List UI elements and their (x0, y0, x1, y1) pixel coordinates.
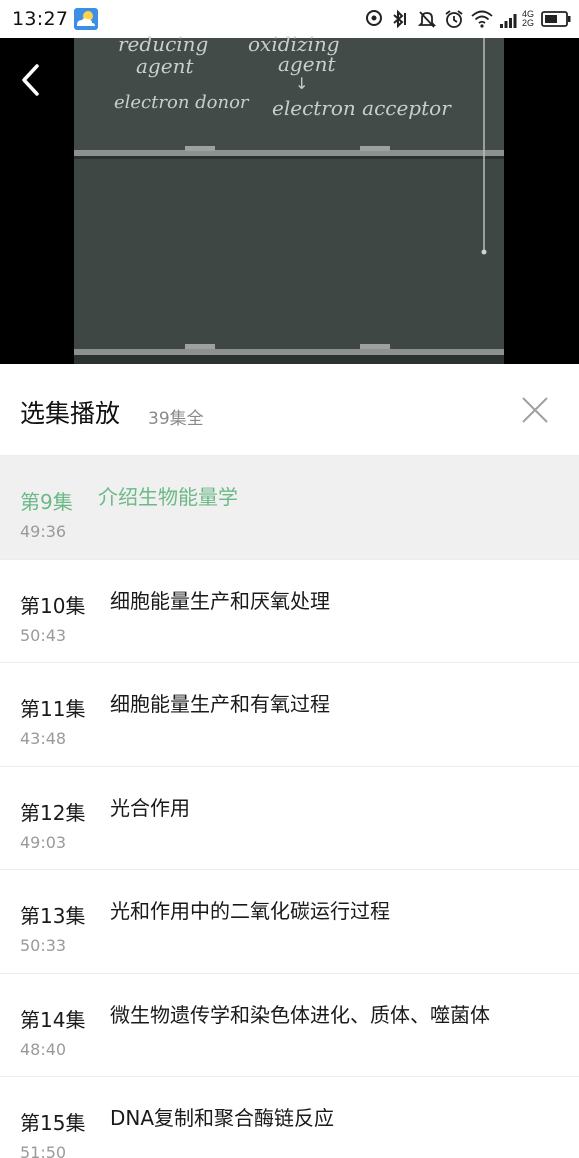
wifi-icon (471, 10, 493, 28)
mute-icon (417, 11, 437, 28)
episode-panel-header: 选集播放 39集全 (0, 364, 579, 456)
episode-title: 细胞能量生产和厌氧处理 (110, 588, 330, 613)
episode-item-11[interactable]: 第11集 细胞能量生产和有氧过程 43:48 (0, 663, 579, 767)
episode-title: 细胞能量生产和有氧过程 (110, 692, 330, 716)
episode-number: 第12集 (20, 800, 86, 825)
close-button[interactable] (516, 388, 554, 432)
episode-item-13[interactable]: 第13集 光和作用中的二氧化碳运行过程 50:33 (0, 870, 579, 974)
chalk-text-agent-1: agent (136, 54, 194, 78)
episode-list: 第9集 介绍生物能量学 49:36 第10集 细胞能量生产和厌氧处理 50:43… (0, 456, 579, 1158)
episode-number: 第9集 (20, 490, 73, 514)
chalk-text-agent-2: agent (278, 52, 336, 76)
episode-count: 39集全 (148, 409, 204, 429)
episode-item-10[interactable]: 第10集 细胞能量生产和厌氧处理 50:43 (0, 559, 579, 663)
chevron-left-icon (22, 64, 39, 96)
status-icons: 4G 2G (365, 9, 571, 29)
location-icon (365, 10, 382, 26)
episode-item-15[interactable]: 第15集 DNA复制和聚合酶链反应 51:50 (0, 1077, 579, 1158)
episode-title: 介绍生物能量学 (98, 485, 238, 509)
episode-item-12[interactable]: 第12集 光合作用 49:03 (0, 766, 579, 870)
alarm-icon (445, 10, 463, 28)
status-time: 13:27 (12, 8, 69, 30)
chalk-text-reducing: reducing (118, 32, 209, 56)
panel-title: 选集播放 (20, 399, 121, 428)
close-icon (522, 397, 548, 423)
episode-duration: 48:40 (20, 1039, 67, 1059)
episode-duration: 50:33 (20, 936, 67, 955)
episode-item-14[interactable]: 第14集 微生物遗传学和染色体进化、质体、噬菌体 48:40 (0, 973, 579, 1077)
episode-number: 第11集 (20, 697, 86, 721)
episode-number: 第10集 (20, 593, 86, 618)
episode-duration: 43:48 (20, 729, 67, 748)
bluetooth-icon (393, 9, 406, 29)
episode-title: DNA复制和聚合酶链反应 (110, 1106, 335, 1130)
network-type-bottom: 2G (521, 18, 534, 28)
weather-icon (74, 8, 99, 30)
episode-number: 第13集 (20, 904, 86, 928)
episode-number: 第14集 (20, 1007, 86, 1032)
chalk-text-electron-acceptor: electron acceptor (272, 96, 451, 120)
episode-duration: 49:36 (20, 522, 67, 541)
episode-title: 光合作用 (110, 795, 190, 820)
episode-number: 第15集 (20, 1111, 86, 1135)
video-frame (74, 38, 504, 364)
episode-duration: 51:50 (20, 1143, 67, 1158)
chalk-text-electron-donor: electron donor (114, 92, 249, 113)
episode-duration: 49:03 (20, 832, 67, 852)
episode-title: 光和作用中的二氧化碳运行过程 (110, 899, 390, 923)
video-player[interactable]: reducing agent oxidizing agent ↓ electro… (0, 32, 579, 364)
episode-item-9[interactable]: 第9集 介绍生物能量学 49:36 (0, 456, 579, 560)
signal-icon: 4G 2G (499, 10, 534, 28)
episode-title: 微生物遗传学和染色体进化、质体、噬菌体 (110, 1002, 490, 1027)
battery-icon (541, 11, 571, 27)
episode-duration: 50:43 (20, 625, 67, 645)
back-button[interactable] (8, 58, 52, 102)
chalk-arrow: ↓ (295, 74, 309, 93)
